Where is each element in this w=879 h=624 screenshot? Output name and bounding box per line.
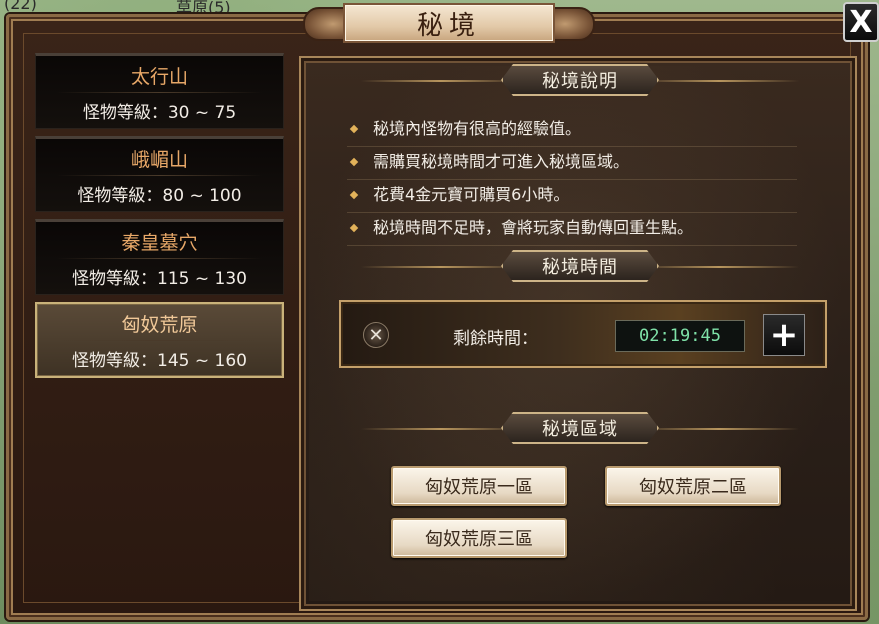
title-ribbon: 秘境 — [303, 3, 595, 45]
description-list: 秘境內怪物有很高的經驗值。 需購買秘境時間才可進入秘境區域。 花費4金元寶可購買… — [347, 116, 797, 248]
realm-level: 怪物等級：115 ~ 130 — [72, 269, 247, 289]
realm-name: 匈奴荒原 — [121, 314, 198, 336]
description-item: 秘境時間不足時，會將玩家自動傳回重生點。 — [347, 215, 797, 246]
diamond-bullet-icon — [349, 223, 359, 233]
header-line-left — [361, 428, 521, 430]
realm-name: 秦皇墓穴 — [121, 232, 198, 254]
description-title: 秘境說明 — [501, 64, 659, 96]
description-item: 秘境內怪物有很高的經驗值。 — [347, 116, 797, 147]
title-plate: 秘境 — [343, 3, 555, 43]
remaining-time-value: 02:19:45 — [615, 320, 745, 352]
realm-level: 怪物等級：145 ~ 160 — [72, 351, 247, 371]
cancel-icon[interactable]: ✕ — [363, 322, 389, 348]
zone-1-button[interactable]: 匈奴荒原一區 — [391, 466, 567, 506]
realm-divider — [57, 340, 262, 341]
time-header: 秘境時間 — [301, 250, 859, 284]
header-line-left — [361, 80, 521, 82]
description-text: 花費4金元寶可購買6小時。 — [373, 185, 570, 204]
description-item: 需購買秘境時間才可進入秘境區域。 — [347, 149, 797, 180]
header-line-right — [639, 428, 799, 430]
realm-item-xiongnu[interactable]: 匈奴荒原 怪物等級：145 ~ 160 — [35, 302, 284, 378]
zone-header: 秘境區域 — [301, 412, 859, 446]
close-button[interactable]: X — [843, 2, 879, 42]
realm-item-taihang[interactable]: 太行山 怪物等級：30 ~ 75 — [35, 53, 284, 129]
secret-realm-window: 秘境 太行山 怪物等級：30 ~ 75 峨嵋山 怪物等級：80 ~ 100 秦皇… — [6, 3, 868, 620]
realm-level: 怪物等級：30 ~ 75 — [82, 103, 237, 123]
description-item: 花費4金元寶可購買6小時。 — [347, 182, 797, 213]
realm-name: 太行山 — [130, 66, 188, 88]
diamond-bullet-icon — [349, 157, 359, 167]
description-text: 秘境內怪物有很高的經驗值。 — [373, 119, 582, 138]
diamond-bullet-icon — [349, 124, 359, 134]
header-line-right — [639, 266, 799, 268]
description-text: 秘境時間不足時，會將玩家自動傳回重生點。 — [373, 218, 694, 237]
description-text: 需購買秘境時間才可進入秘境區域。 — [373, 152, 630, 171]
remaining-time-bar: ✕ 剩餘時間： 02:19:45 + — [339, 300, 827, 368]
diamond-bullet-icon — [349, 190, 359, 200]
header-line-right — [639, 80, 799, 82]
close-icon: X — [849, 4, 873, 40]
map-label-left: (22) — [4, 0, 37, 13]
add-time-button[interactable]: + — [763, 314, 805, 356]
remaining-time-label: 剩餘時間： — [453, 329, 538, 349]
realm-item-qin-tomb[interactable]: 秦皇墓穴 怪物等級：115 ~ 130 — [35, 219, 284, 295]
header-line-left — [361, 266, 521, 268]
realm-divider — [56, 258, 263, 259]
realm-list: 太行山 怪物等級：30 ~ 75 峨嵋山 怪物等級：80 ~ 100 秦皇墓穴 … — [35, 53, 284, 385]
realm-level: 怪物等級：80 ~ 100 — [77, 186, 242, 206]
zone-3-button[interactable]: 匈奴荒原三區 — [391, 518, 567, 558]
zone-title: 秘境區域 — [501, 412, 659, 444]
window-title: 秘境 — [416, 10, 481, 41]
zone-2-button[interactable]: 匈奴荒原二區 — [605, 466, 781, 506]
realm-detail-panel: 秘境說明 秘境內怪物有很高的經驗值。 需購買秘境時間才可進入秘境區域。 花費4金… — [299, 56, 857, 611]
realm-divider — [56, 175, 263, 176]
time-title: 秘境時間 — [501, 250, 659, 282]
description-header: 秘境說明 — [301, 64, 859, 98]
realm-name: 峨嵋山 — [130, 149, 188, 171]
realm-divider — [56, 92, 263, 93]
realm-item-emei[interactable]: 峨嵋山 怪物等級：80 ~ 100 — [35, 136, 284, 212]
